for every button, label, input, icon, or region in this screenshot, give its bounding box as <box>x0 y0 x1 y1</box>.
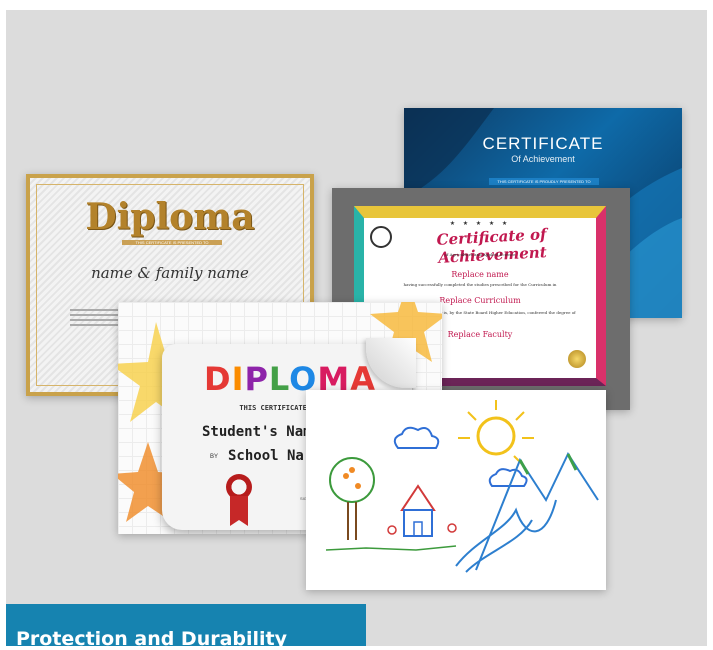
certificate-ribbon: THIS CERTIFICATE IS PROUDLY PRESENTED TO <box>489 178 599 185</box>
gold-seal-icon <box>568 350 586 368</box>
product-showcase-area: CERTIFICATE Of Achievement THIS CERTIFIC… <box>6 10 707 646</box>
flower-icon <box>387 525 397 535</box>
tree-icon <box>329 457 375 503</box>
certificate-title: CERTIFICATE <box>482 134 604 153</box>
achievement-heading: Certificate of Achievement <box>436 225 548 267</box>
flower-icon <box>447 523 457 533</box>
sun-icon <box>476 416 516 456</box>
school-name: School Na <box>228 448 304 464</box>
cloud-icon <box>488 468 528 487</box>
cloud-icon <box>393 426 440 449</box>
house-icon <box>403 509 433 537</box>
diploma-heading: Diploma <box>85 196 255 238</box>
presented-band: THIS CERTIFICATE IS PRESENTED TO <box>122 240 222 245</box>
curriculum-text: having successfully completed the studie… <box>403 282 557 287</box>
by-label: BY <box>210 454 219 460</box>
letter: I <box>231 360 245 398</box>
drawing-illustration <box>325 400 599 573</box>
house-roof-icon <box>400 484 436 511</box>
caption-banner: Protection and Durability <box>6 604 366 650</box>
caption-heading: Protection and Durability <box>16 628 288 650</box>
child-drawing <box>306 390 606 590</box>
certificate-subtitle: Of Achievement <box>511 154 575 164</box>
letter: P <box>244 360 269 398</box>
name-line: name & family name <box>91 264 249 282</box>
emblem-icon <box>370 226 392 248</box>
river-icon <box>455 499 557 567</box>
student-name: Student's Nam <box>202 424 312 440</box>
ground-line <box>325 545 457 551</box>
letter: D <box>204 360 232 398</box>
letter: L <box>268 360 290 398</box>
institution-line: of Agriculture and Applied Science <box>444 252 516 257</box>
replace-name-line: Replace name <box>451 270 509 279</box>
